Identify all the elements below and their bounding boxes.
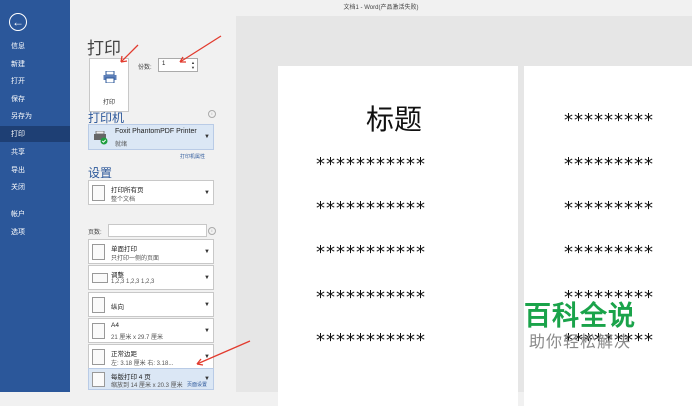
text-line: ********* [564, 242, 654, 263]
dropdown-title: A4 [111, 322, 119, 329]
copies-field[interactable]: 1 ▲ ▼ [158, 58, 198, 72]
dropdown-subtitle: 左: 3.18 厘米 右: 3.18... [111, 361, 174, 367]
text-line: ********* [564, 110, 654, 131]
margins-select[interactable]: 正常边距 左: 3.18 厘米 右: 3.18... ▼ [88, 344, 214, 369]
printer-name: Foxit PhantomPDF Printer [115, 128, 197, 135]
chevron-down-icon: ▼ [204, 134, 210, 140]
nav-item-open[interactable]: 打开 [0, 73, 70, 89]
nav-item-info[interactable]: 信息 [0, 38, 70, 54]
pages-per-sheet-icon [92, 372, 105, 387]
nav-item-print[interactable]: 打印 [0, 126, 70, 142]
nav-item-options[interactable]: 选项 [0, 224, 70, 240]
text-line: ********* [564, 198, 654, 219]
preview-page-2: ********* ********* ********* ********* … [524, 66, 692, 406]
print-range-select[interactable]: 打印所有页 整个文档 ▼ [88, 180, 214, 205]
text-line: *********** [316, 198, 426, 219]
paper-icon [92, 323, 105, 339]
dropdown-subtitle: 只打印一侧的页面 [111, 256, 160, 262]
duplex-select[interactable]: 单面打印 只打印一侧的页面 ▼ [88, 239, 214, 264]
print-button[interactable]: 打印 [89, 58, 129, 112]
nav-item-export[interactable]: 导出 [0, 162, 70, 178]
document-title: 标题 [366, 103, 423, 136]
nav-item-close[interactable]: 关闭 [0, 179, 70, 195]
orientation-select[interactable]: 纵向 ▼ [88, 292, 214, 317]
settings-section-title: 设置 [88, 166, 113, 180]
text-line: ********* [564, 154, 654, 175]
dropdown-title: 正常边距 [111, 351, 137, 358]
dropdown-subtitle: 缩放到 14 厘米 x 20.3 厘米 [111, 383, 183, 389]
dropdown-title: 调整 [111, 272, 124, 279]
margins-icon [92, 349, 105, 365]
chevron-down-icon: ▼ [204, 354, 210, 360]
printer-properties-link[interactable]: 打印机属性 [180, 153, 205, 160]
print-button-label: 打印 [102, 100, 115, 106]
window-title: 文档1 - Word(产品激活失败) [343, 5, 419, 11]
pages-input[interactable] [108, 224, 207, 237]
copies-value: 1 [162, 61, 166, 67]
info-icon[interactable]: i [208, 227, 216, 235]
dropdown-title: 单面打印 [111, 246, 137, 253]
chevron-down-icon: ▼ [204, 190, 210, 196]
text-line: *********** [316, 330, 426, 351]
dropdown-subtitle: 21 厘米 x 29.7 厘米 [111, 335, 164, 341]
back-arrow-icon[interactable]: ← [9, 13, 27, 31]
print-settings-pane: 打印 打印 份数: 1 ▲ ▼ 打印机 i Foxit PhantomPDF Pr… [70, 16, 236, 392]
page-setup-link[interactable]: 页面设置 [187, 381, 207, 388]
backstage-nav: ← 信息 新建 打开 保存 另存为 打印 共享 导出 关闭 帐户 选项 [0, 0, 70, 392]
copies-stepper-icon[interactable]: ▲ ▼ [190, 60, 196, 70]
nav-item-save[interactable]: 保存 [0, 91, 70, 107]
page-title: 打印 [87, 39, 121, 58]
nav-item-new[interactable]: 新建 [0, 56, 70, 72]
text-line: *********** [316, 154, 426, 175]
printer-status: 就绪 [115, 142, 128, 148]
printer-ready-icon [94, 131, 108, 145]
nav-item-account[interactable]: 帐户 [0, 206, 70, 222]
text-line: *********** [316, 287, 426, 308]
collate-select[interactable]: 调整 1,2,3 1,2,3 1,2,3 ▼ [88, 265, 214, 290]
copies-label: 份数: [138, 65, 152, 71]
chevron-down-icon: ▼ [204, 328, 210, 334]
single-sided-icon [92, 244, 105, 260]
watermark-title: 百科全说 [524, 301, 636, 331]
dropdown-title: 纵向 [111, 304, 124, 311]
pages-icon [92, 185, 105, 201]
paper-size-select[interactable]: A4 21 厘米 x 29.7 厘米 ▼ [88, 318, 214, 343]
preview-page-1: 标题 *********** *********** *********** *… [278, 66, 518, 406]
info-icon[interactable]: i [208, 110, 216, 118]
collate-icon [92, 273, 108, 283]
chevron-down-icon: ▼ [204, 302, 210, 308]
pages-label: 页数: [88, 230, 102, 236]
watermark-subtitle: 助你轻松解决 [528, 334, 631, 351]
dropdown-subtitle: 1,2,3 1,2,3 1,2,3 [111, 279, 155, 285]
text-line: *********** [316, 242, 426, 263]
chevron-down-icon: ▼ [204, 249, 210, 255]
nav-item-save-as[interactable]: 另存为 [0, 108, 70, 124]
printer-icon [103, 71, 117, 83]
printer-select[interactable]: Foxit PhantomPDF Printer 就绪 ▼ [88, 124, 214, 150]
dropdown-subtitle: 整个文档 [111, 197, 136, 203]
chevron-down-icon: ▼ [204, 275, 210, 281]
watermark: 百科全说 助你轻松解决 [515, 300, 645, 354]
dropdown-title: 打印所有页 [111, 187, 144, 194]
portrait-icon [92, 297, 105, 313]
nav-item-share[interactable]: 共享 [0, 144, 70, 160]
